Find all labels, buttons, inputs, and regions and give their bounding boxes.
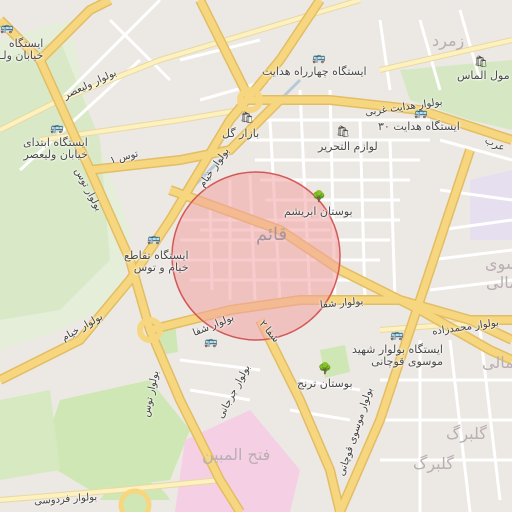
bus-stop-icon[interactable]: 🚌 — [0, 22, 14, 34]
bus-stop-icon[interactable]: 🚌 — [50, 122, 64, 134]
poi-label-bustan-abrisham[interactable]: بوستان ابریشم — [284, 206, 353, 218]
bus-stop-icon[interactable]: 🚌 — [204, 336, 218, 348]
poi-label-station-hedayat-junction[interactable]: ایستگاه چهارراه هدایت — [262, 66, 367, 78]
shopping-bag-icon[interactable]: 🛍 — [474, 56, 488, 68]
district-label-mousavi: موسوی — [485, 254, 512, 273]
roundabout-south — [118, 488, 152, 512]
map-canvas[interactable]: قائم زمرد فتح المبین گلبرگ گلبرگ موسوی ج… — [0, 0, 512, 512]
park-southwest — [0, 390, 60, 480]
bus-stop-icon[interactable]: 🚌 — [390, 329, 404, 341]
poi-label-station-foojani[interactable]: ایستگاه بولوار شهید موسوی قوچانی — [352, 344, 443, 368]
district-label-ghaem: قائم — [256, 224, 288, 245]
shopping-bag-icon[interactable]: 🛍 — [336, 126, 350, 138]
park-tree-icon[interactable]: 🌳 — [318, 363, 332, 375]
poi-label-bustan-toranj[interactable]: بوستان ترنج — [297, 378, 353, 390]
poi-label-almas-mall[interactable]: مول الماس — [457, 70, 510, 82]
map-base-layer — [0, 0, 512, 512]
bus-stop-icon[interactable]: 🚌 — [414, 107, 428, 119]
bus-stop-icon[interactable]: 🚌 — [147, 233, 161, 245]
shopping-bag-icon[interactable]: 🛍 — [240, 112, 254, 124]
poi-label-lavazem-tahrir[interactable]: لوازم التحریر — [318, 141, 378, 153]
poi-label-station-valiasr-school[interactable]: ایستگاه ابتدای خیابان ولیعصر — [23, 137, 88, 161]
district-label-jamali: جمالی — [486, 273, 512, 292]
district-label-fath-al-mobin: فتح المبین — [202, 445, 271, 464]
district-label-golbarg-2: گلبرگ — [413, 454, 454, 473]
poi-label-station-taghato[interactable]: ایستگاه تقاطع خیام و توس — [124, 250, 189, 274]
poi-label-bazaar-gol[interactable]: بازار گل — [222, 128, 259, 140]
poi-label-station-hedayat-30[interactable]: ایستگاه هدایت ۳۰ — [378, 121, 460, 133]
park-east — [470, 170, 512, 240]
park-south — [40, 380, 190, 490]
district-label-jamali-2: جمالی — [482, 353, 512, 372]
bus-stop-icon[interactable]: 🚌 — [312, 52, 326, 64]
poi-label-station-valiasr-top[interactable]: ایستگاه خیابان ولـ — [0, 38, 43, 62]
district-label-zomorod: زمرد — [432, 31, 465, 50]
park-tree-icon[interactable]: 🌳 — [312, 191, 326, 203]
district-label-golbarg: گلبرگ — [446, 424, 487, 443]
